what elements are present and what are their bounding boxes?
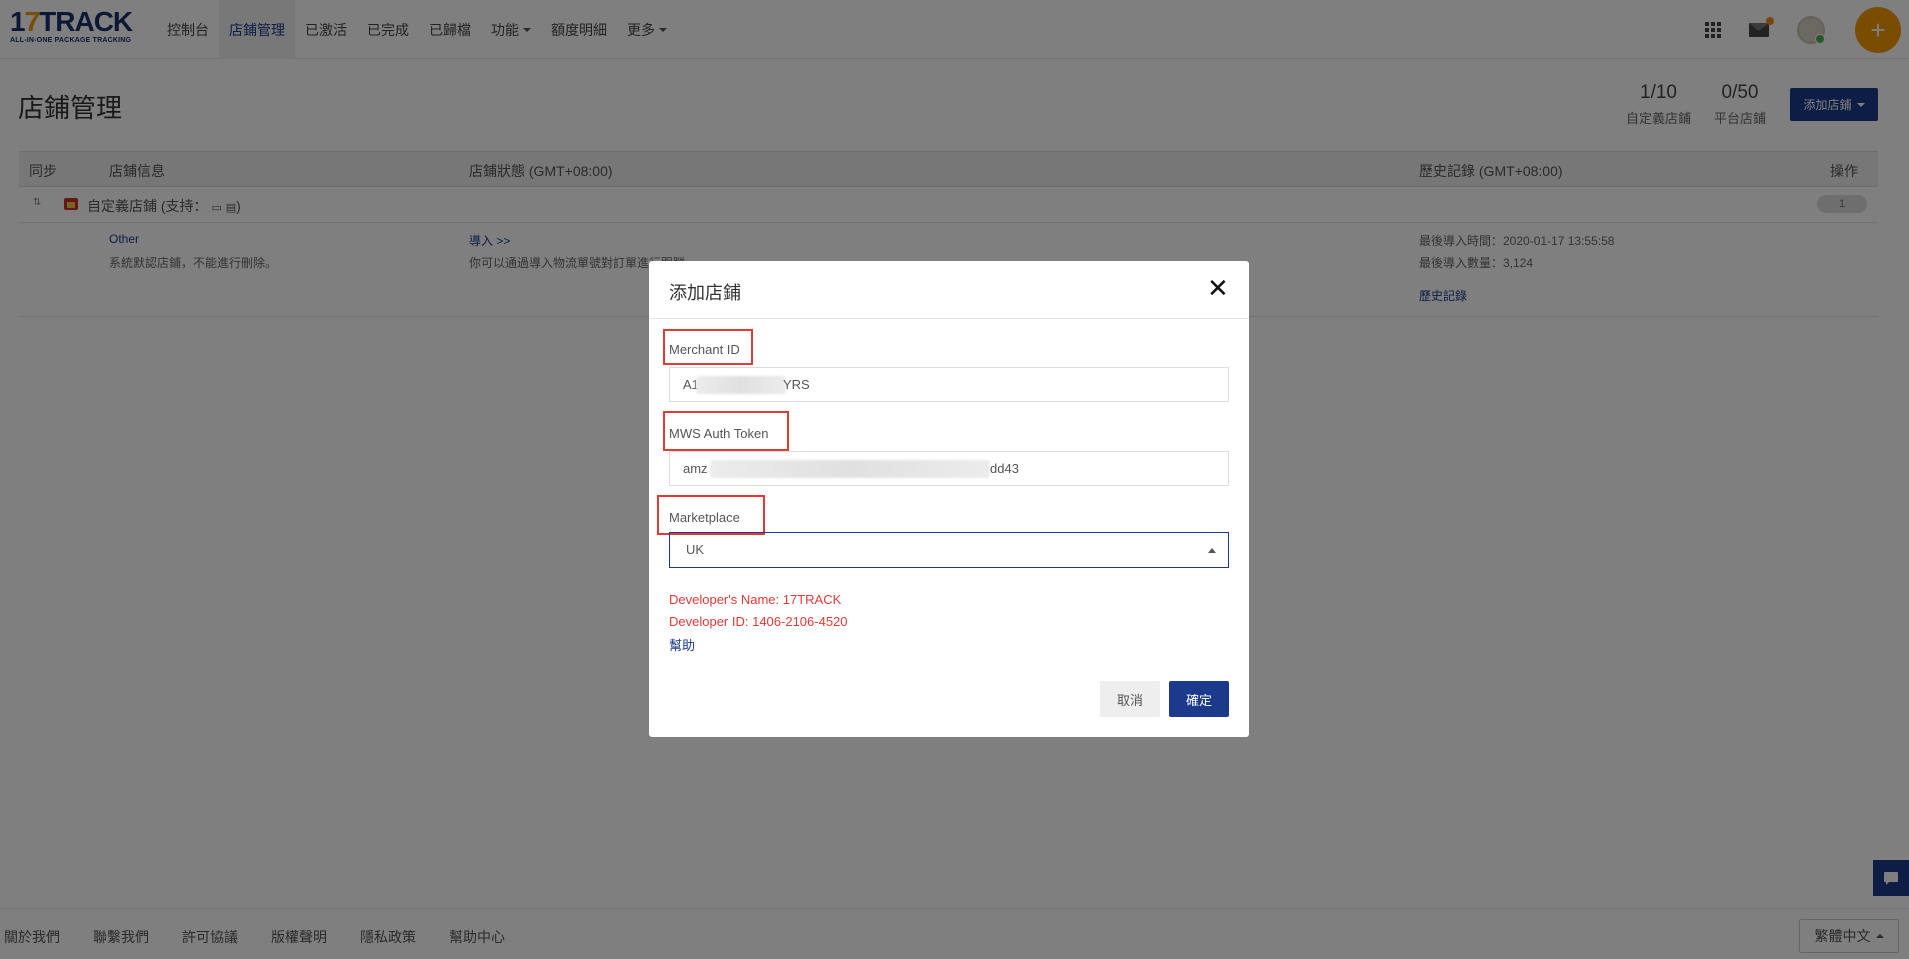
developer-name: Developer's Name: 17TRACK: [669, 592, 842, 607]
cancel-button[interactable]: 取消: [1100, 681, 1160, 717]
merchant-id-input[interactable]: A1 YRS: [669, 367, 1229, 402]
add-store-dialog: 添加店鋪 ✕ Merchant ID A1 YRS MWS Auth Token…: [649, 261, 1249, 737]
merchant-id-label: Merchant ID: [669, 342, 740, 357]
help-link[interactable]: 幫助: [669, 635, 695, 654]
token-input[interactable]: amz dd43: [669, 451, 1229, 486]
redacted-mask: [696, 376, 786, 394]
caret-up-icon: [1208, 548, 1216, 553]
confirm-button[interactable]: 確定: [1169, 681, 1229, 717]
redacted-mask: [710, 460, 990, 478]
developer-id: Developer ID: 1406-2106-4520: [669, 614, 848, 629]
dialog-title: 添加店鋪: [669, 283, 741, 303]
token-label: MWS Auth Token: [669, 426, 769, 441]
marketplace-label: Marketplace: [669, 510, 740, 525]
marketplace-select[interactable]: UK: [669, 532, 1229, 568]
close-icon[interactable]: ✕: [1207, 275, 1229, 301]
dialog-header: 添加店鋪 ✕: [649, 261, 1249, 319]
